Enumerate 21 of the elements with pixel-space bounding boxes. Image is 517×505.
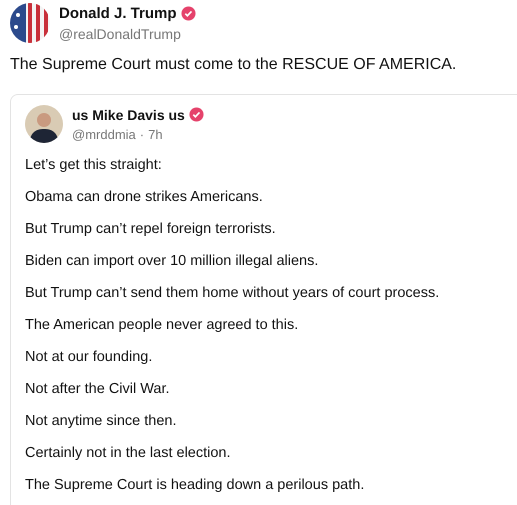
paragraph: Biden can import over 10 million illegal aliens. [25,252,320,271]
separator: · [140,126,144,142]
paragraph: Not after the Civil War. [25,380,171,399]
post-time: 7h [148,126,163,142]
author-name[interactable]: us Mike Davis us [72,106,185,122]
post-text: The Supreme Court must come to the RESCUE OF AMERICA. [10,56,458,74]
paragraph: Certainly not in the last election. [25,444,232,463]
author-name[interactable]: Donald J. Trump [59,4,177,22]
paragraph: Obama can drone strikes Americans. [25,188,264,207]
avatar[interactable] [10,3,50,43]
paragraph: But Trump can’t send them home without years of court process. [25,284,440,303]
author-handle[interactable]: @realDonaldTrump [59,26,196,42]
paragraph: Not anytime since then. [25,412,178,431]
author-handle[interactable]: @mrddmia [72,126,136,142]
paragraph: The American people never agreed to this. [25,316,300,335]
paragraph: Let’s get this straight: [25,156,163,175]
paragraph: The Supreme Court is heading down a perilous path. [25,476,366,495]
paragraph: Not at our founding. [25,348,154,367]
avatar[interactable] [25,105,63,143]
paragraph: But Trump can’t repel foreign terrorists. [25,220,277,239]
quoted-post-card[interactable] [10,94,517,505]
